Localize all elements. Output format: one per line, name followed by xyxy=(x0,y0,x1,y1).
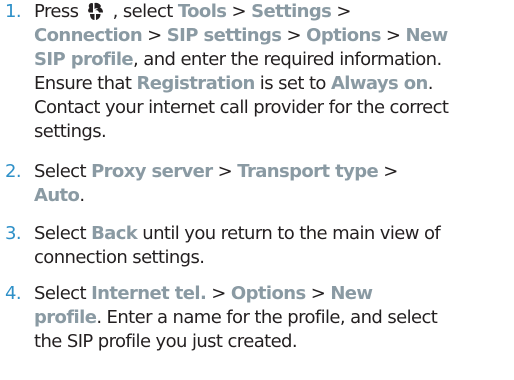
menu-path-profile: profile xyxy=(34,307,97,328)
option-always-on: Always on xyxy=(330,73,428,94)
text-run: . xyxy=(427,73,434,94)
menu-path-options: Options xyxy=(306,25,381,46)
instruction-document: 1. Press , select Tools > Settings > Con… xyxy=(0,0,514,380)
menu-path-options: Options xyxy=(230,283,306,304)
menu-path-tools: Tools xyxy=(177,1,227,22)
step-4-line-2: profile. Enter a name for the profile, a… xyxy=(34,306,510,330)
menu-path-new: New xyxy=(330,283,373,304)
step-2-number: 2. xyxy=(5,161,22,182)
text-run: Select xyxy=(34,223,92,244)
step-2-text: Select Proxy server > Transport type > A… xyxy=(34,160,510,208)
text-run: Select xyxy=(34,161,92,182)
menu-path-sip-settings: SIP settings xyxy=(166,25,282,46)
option-registration: Registration xyxy=(136,73,255,94)
separator: > xyxy=(378,161,398,182)
text-run: Select xyxy=(34,283,92,304)
menu-path-internet-tel: Internet tel. xyxy=(91,283,207,304)
menu-path-transport-type: Transport type xyxy=(237,161,379,182)
step-3-line-1: Select Back until you return to the main… xyxy=(34,222,510,246)
text-run: until you return to the main view of xyxy=(137,223,441,244)
separator: > xyxy=(380,25,406,46)
menu-path-connection: Connection xyxy=(34,25,143,46)
menu-path-new: New xyxy=(405,25,449,46)
text-run: Press xyxy=(34,1,84,22)
step-4-text: Select Internet tel. > Options > New pro… xyxy=(34,282,510,354)
text-run: , and enter the required information. xyxy=(133,49,442,70)
menu-path-proxy-server: Proxy server xyxy=(91,161,213,182)
separator: > xyxy=(331,1,351,22)
step-4-line-1: Select Internet tel. > Options > New xyxy=(34,282,510,306)
menu-key-icon xyxy=(86,0,106,20)
menu-path-sip-profile: SIP profile xyxy=(34,49,134,70)
separator: > xyxy=(226,1,252,22)
text-run: , select xyxy=(107,1,178,22)
step-3-text: Select Back until you return to the main… xyxy=(34,222,510,270)
step-2-line-2: Auto. xyxy=(34,184,510,208)
step-1-line-6: settings. xyxy=(34,120,510,144)
step-1-line-2: Connection > SIP settings > Options > Ne… xyxy=(34,24,510,48)
menu-path-back: Back xyxy=(91,223,138,244)
step-4-line-3: the SIP profile you just created. xyxy=(34,330,510,354)
text-run: Contact your internet call provider for … xyxy=(34,97,449,118)
text-run: is set to xyxy=(254,73,331,94)
separator: > xyxy=(212,161,238,182)
menu-path-settings: Settings xyxy=(251,1,332,22)
step-1-line-3: SIP profile, and enter the required info… xyxy=(34,48,510,72)
text-run: connection settings. xyxy=(34,247,205,268)
separator: > xyxy=(206,283,231,304)
text-run: Ensure that xyxy=(34,73,137,94)
step-2-line-1: Select Proxy server > Transport type > xyxy=(34,160,510,184)
step-3-line-2: connection settings. xyxy=(34,246,510,270)
step-1-line-4: Ensure that Registration is set to Alway… xyxy=(34,72,510,96)
step-1-number: 1. xyxy=(5,1,22,22)
separator: > xyxy=(281,25,307,46)
text-run: . xyxy=(79,185,85,206)
separator: > xyxy=(305,283,331,304)
text-run: . Enter a name for the profile, and sele… xyxy=(96,307,438,328)
option-auto: Auto xyxy=(34,185,80,206)
step-1-line-1: Press , select Tools > Settings > xyxy=(34,0,510,24)
step-1-text: Press , select Tools > Settings > Connec… xyxy=(34,0,510,144)
separator: > xyxy=(142,25,167,46)
text-run: the SIP profile you just created. xyxy=(34,331,298,352)
text-run: settings. xyxy=(34,121,107,142)
step-1-line-5: Contact your internet call provider for … xyxy=(34,96,510,120)
step-4-number: 4. xyxy=(5,283,22,304)
step-3-number: 3. xyxy=(5,223,22,244)
